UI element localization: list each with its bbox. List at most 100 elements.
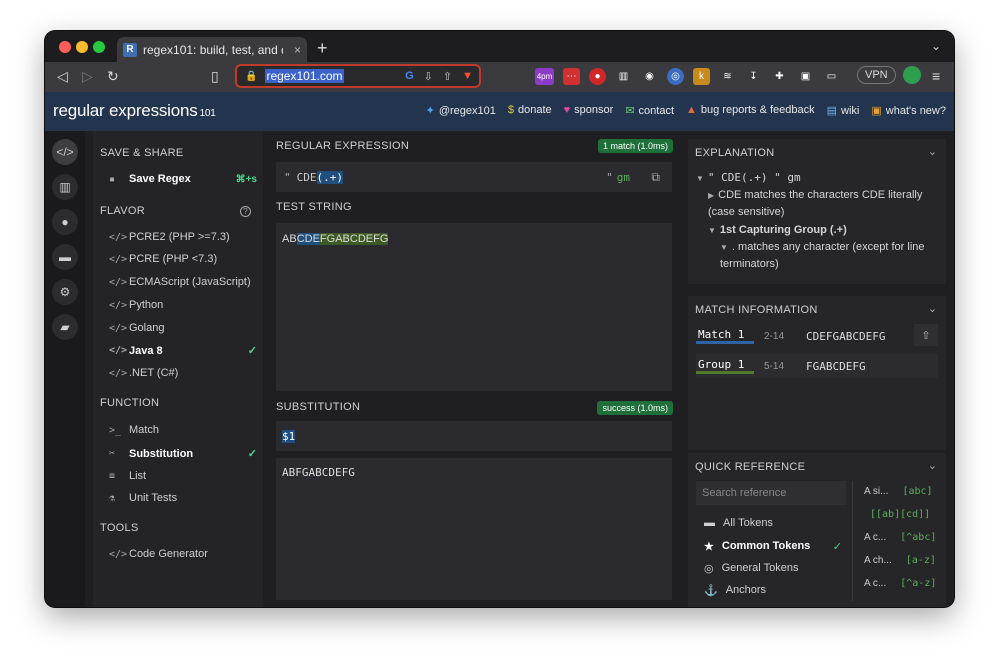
help-icon[interactable]: ?	[240, 206, 251, 217]
group-label: Group 1	[696, 358, 754, 374]
ext-shield-icon[interactable]: ●	[589, 68, 606, 85]
ext-k-icon[interactable]: k	[693, 68, 710, 85]
flavor-python[interactable]: </> Python	[109, 299, 257, 311]
ext-cookie-icon[interactable]: ◉	[641, 68, 658, 85]
ext-trash-icon[interactable]: ▥	[615, 68, 632, 85]
flavor-dotnet[interactable]: </> .NET (C#)	[109, 367, 257, 379]
token-code: [^abc]	[900, 532, 937, 543]
ref-token-row[interactable]: A c... [^abc]	[864, 532, 944, 543]
explanation-line-2: ▶ CDE matches the characters CDE literall…	[708, 187, 938, 221]
library-icon[interactable]: ▥	[52, 174, 78, 200]
maximize-window-button[interactable]	[93, 41, 105, 53]
ref-common-tokens[interactable]: ★ Common Tokens ✓	[704, 540, 842, 553]
donate-link[interactable]: $ donate	[508, 104, 552, 117]
save-regex-button[interactable]: ▪ Save Regex ⌘+s	[109, 173, 257, 185]
bookmark-icon[interactable]: ▯	[211, 68, 219, 85]
sponsor-link[interactable]: ♥ sponsor	[564, 104, 614, 117]
function-substitution[interactable]: ✂ Substitution ✓	[109, 447, 257, 461]
flavor-java8[interactable]: </> Java 8 ✓	[109, 344, 257, 358]
caret-down-icon[interactable]: ▼	[708, 226, 716, 235]
check-icon: ✓	[247, 448, 257, 460]
wiki-label: wiki	[841, 105, 860, 117]
calendar-extension-icon[interactable]: 4pm	[535, 68, 554, 85]
close-window-button[interactable]	[59, 41, 71, 53]
code-editor-icon[interactable]: </>	[52, 139, 78, 165]
browser-tab[interactable]: R regex101: build, test, and debug regex…	[117, 37, 307, 62]
chevron-down-icon[interactable]: ⌄	[928, 302, 937, 315]
address-bar[interactable]: 🔒 regex101.com G ⇩ ⇧ ▼	[235, 64, 481, 88]
check-icon: ✓	[832, 541, 842, 553]
quiz-icon[interactable]: ▬	[52, 244, 78, 270]
wallet-icon[interactable]: ▭	[823, 68, 840, 85]
site-logo[interactable]: regular expressions 101	[53, 101, 216, 121]
google-icon[interactable]: G	[405, 70, 414, 83]
share-icon[interactable]: ⇧	[443, 70, 452, 83]
regex-heading: REGULAR EXPRESSION	[276, 140, 410, 152]
twitter-link[interactable]: ✦ @regex101	[426, 104, 496, 117]
tab-close-icon[interactable]: ×	[294, 43, 301, 57]
ext-stack-icon[interactable]: ≋	[719, 68, 736, 85]
chat-icon[interactable]: ▰	[52, 314, 78, 340]
tab-list-chevron-icon[interactable]: ⌄	[931, 39, 941, 53]
save-regex-label: Save Regex	[129, 173, 191, 185]
ref-anchors[interactable]: ⚓ Anchors	[704, 584, 842, 597]
function-unit-tests[interactable]: ⚗ Unit Tests	[109, 492, 257, 504]
user-icon[interactable]: ●	[52, 209, 78, 235]
flavor-ecmascript[interactable]: </> ECMAScript (JavaScript)	[109, 276, 257, 288]
ref-token-row[interactable]: A c... [^a-z]	[864, 578, 944, 589]
flavor-pcre2[interactable]: </> PCRE2 (PHP >=7.3)	[109, 231, 257, 243]
ref-token-row[interactable]: [[ab][cd]]	[870, 509, 946, 520]
code-icon: </>	[109, 548, 128, 560]
ref-general-tokens[interactable]: ◎ General Tokens	[704, 562, 842, 575]
copy-icon[interactable]: ⧉	[651, 170, 660, 185]
donate-label: donate	[517, 104, 552, 116]
function-list[interactable]: ≡ List	[109, 470, 257, 482]
news-icon: ▣	[871, 105, 882, 117]
reference-search-input[interactable]: Search reference	[696, 481, 846, 505]
flavor-pcre[interactable]: </> PCRE (PHP <7.3)	[109, 253, 257, 265]
group-highlight: FGABCDEFG	[319, 233, 389, 245]
function-label: Match	[129, 424, 159, 436]
ref-token-row[interactable]: A si... [abc]	[864, 486, 944, 497]
regex-input[interactable]: " CDE (.+) " gm ⧉	[276, 162, 672, 192]
install-icon[interactable]: ⇩	[424, 70, 433, 83]
vpn-button[interactable]: VPN	[857, 66, 896, 84]
whats-new-link[interactable]: ▣ what's new?	[871, 104, 946, 117]
caret-down-icon[interactable]: ▼	[720, 243, 728, 252]
caret-right-icon[interactable]: ▶	[708, 191, 714, 200]
back-arrow-icon[interactable]: ◁	[57, 68, 68, 85]
forward-arrow-icon[interactable]: ▷	[82, 68, 93, 85]
settings-gear-icon[interactable]: ⚙	[52, 279, 78, 305]
menu-icon[interactable]: ≡	[932, 68, 940, 84]
ext-dots-icon[interactable]: ⋯	[563, 68, 580, 85]
group-range: 5-14	[764, 360, 785, 372]
flavor-golang[interactable]: </> Golang	[109, 322, 257, 334]
wiki-link[interactable]: ▤ wiki	[827, 104, 860, 117]
brave-shield-icon[interactable]: ▼	[462, 70, 473, 83]
ext-globe-icon[interactable]: ◎	[667, 68, 684, 85]
bug-reports-link[interactable]: ▲ bug reports & feedback	[686, 104, 815, 117]
chevron-down-icon[interactable]: ⌄	[928, 459, 937, 472]
profile-avatar[interactable]	[903, 66, 921, 84]
substitution-input[interactable]: $1	[276, 421, 672, 451]
ext-download-icon[interactable]: ↧	[745, 68, 762, 85]
ref-token-row[interactable]: A ch... [a-z]	[864, 555, 944, 566]
code-generator-button[interactable]: </> Code Generator	[109, 548, 257, 560]
logo-sup: 101	[199, 108, 216, 119]
substitution-value: $1	[282, 430, 296, 443]
minimize-window-button[interactable]	[76, 41, 88, 53]
reload-icon[interactable]: ↻	[107, 68, 119, 85]
function-match[interactable]: >_ Match	[109, 424, 257, 436]
ext-puzzle-icon[interactable]: ✚	[771, 68, 788, 85]
regex-flags[interactable]: " gm	[606, 171, 630, 184]
new-tab-button[interactable]: +	[317, 38, 328, 59]
function-heading: FUNCTION	[100, 397, 160, 409]
ref-all-tokens[interactable]: ▬ All Tokens	[704, 517, 842, 529]
contact-link[interactable]: ✉ contact	[625, 104, 674, 117]
sidebar-toggle-icon[interactable]: ▣	[797, 68, 814, 85]
caret-down-icon[interactable]: ▼	[696, 174, 704, 183]
test-string-input[interactable]: ABCDEFGABCDEFG	[276, 223, 672, 391]
chevron-down-icon[interactable]: ⌄	[928, 145, 937, 158]
header-links: ✦ @regex101 $ donate ♥ sponsor ✉ contact ▲ bu…	[426, 104, 946, 117]
explanation-panel: EXPLANATION ⌄ ▼ " CDE(.+) " gm ▶ CDE match…	[688, 139, 946, 284]
